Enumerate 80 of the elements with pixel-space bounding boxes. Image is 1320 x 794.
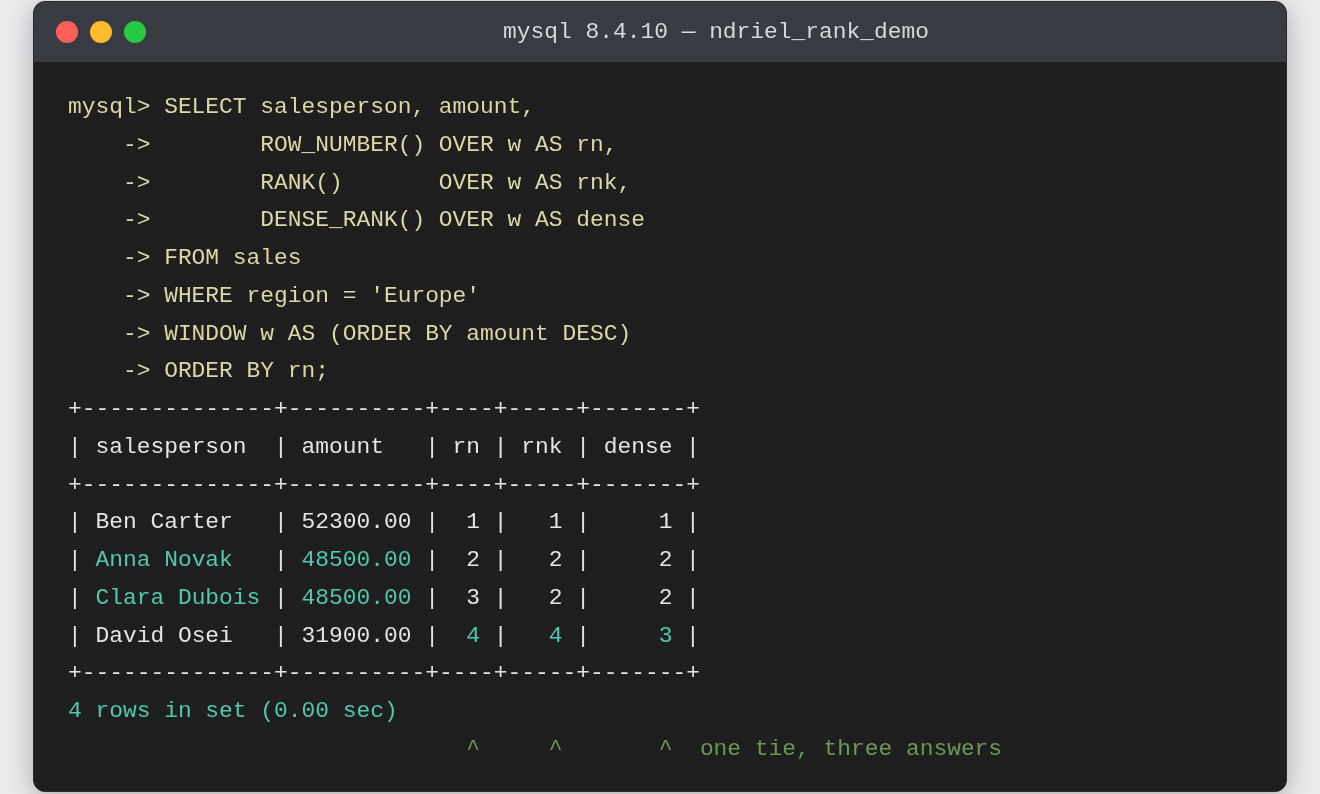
column-separator: |: [576, 546, 590, 575]
prompt: ->: [122, 281, 151, 311]
column-header: dense: [603, 432, 673, 462]
column-header: rnk: [521, 432, 563, 462]
column-separator: |: [68, 508, 82, 538]
prompt: mysql>: [68, 93, 151, 122]
annotation-note: ^ ^ ^ one tie, three answers: [466, 734, 1003, 764]
prompt: ->: [122, 244, 151, 273]
column-separator: |: [425, 621, 439, 651]
column-separator: |: [274, 621, 288, 651]
table-border-line: +--------------+----------+----+-----+-------+: [68, 470, 700, 500]
column-separator: |: [68, 432, 82, 462]
table-cell-text: Anna Novak: [95, 546, 233, 575]
column-header: rn: [452, 432, 481, 462]
column-header: amount: [301, 432, 384, 462]
table-border-line: +--------------+----------+----+-----+-------+: [68, 659, 700, 689]
column-separator: |: [576, 508, 590, 538]
prompt: ->: [122, 130, 151, 160]
table-cell-text: 3: [466, 583, 481, 613]
column-separator: |: [493, 546, 508, 575]
column-separator: |: [68, 583, 82, 613]
column-separator: |: [425, 432, 439, 462]
window-title: mysql 8.4.10 — ndriel_rank_demo: [503, 17, 929, 47]
column-separator: |: [576, 583, 590, 613]
close-button[interactable]: [56, 21, 78, 43]
table-cell-text: 4: [466, 621, 481, 651]
column-separator: |: [274, 432, 288, 462]
column-separator: |: [274, 546, 288, 575]
table-cell-text: 31900.00: [301, 621, 412, 651]
prompt: ->: [122, 168, 151, 198]
table-cell-text: 48500.00: [301, 546, 412, 575]
table-cell-text: 2: [466, 546, 481, 575]
sql-query-line: ROW_NUMBER() OVER w AS rn,: [260, 130, 618, 160]
sql-query-line: SELECT salesperson, amount,: [164, 93, 536, 122]
sql-query-line: FROM sales: [164, 244, 302, 273]
table-cell-text: 1: [658, 508, 673, 538]
prompt: ->: [122, 319, 151, 349]
column-separator: |: [493, 583, 508, 613]
column-separator: |: [686, 546, 700, 575]
table-cell-text: Clara Dubois: [95, 583, 261, 613]
column-separator: |: [576, 432, 590, 462]
column-separator: |: [686, 508, 700, 538]
sql-query-line: WINDOW w AS (ORDER BY amount DESC): [164, 319, 632, 349]
column-separator: |: [493, 432, 508, 462]
prompt: ->: [122, 357, 151, 387]
table-cell-text: 4: [548, 621, 563, 651]
column-separator: |: [425, 508, 439, 538]
table-cell-text: 2: [548, 583, 563, 613]
table-cell-text: David Osei: [95, 621, 233, 651]
table-cell-text: 1: [548, 508, 563, 538]
column-separator: |: [425, 583, 439, 613]
table-cell-text: Ben Carter: [95, 508, 233, 538]
table-cell-text: 52300.00: [301, 508, 412, 538]
column-separator: |: [425, 546, 439, 575]
table-cell-text: 1: [466, 508, 481, 538]
column-separator: |: [493, 508, 508, 538]
table-cell-text: 48500.00: [301, 583, 412, 613]
table-cell-text: 2: [658, 583, 673, 613]
minimize-button[interactable]: [90, 21, 112, 43]
sql-query-line: WHERE region = 'Europe': [164, 281, 481, 311]
sql-query-line: RANK() OVER w AS rnk,: [260, 168, 632, 198]
sql-query-line: ORDER BY rn;: [164, 357, 329, 387]
column-separator: |: [686, 621, 700, 651]
table-border-line: +--------------+----------+----+-----+-------+: [68, 395, 700, 424]
table-cell-text: 3: [658, 621, 673, 651]
column-separator: |: [493, 621, 508, 651]
column-separator: |: [274, 508, 288, 538]
column-separator: |: [68, 546, 82, 575]
table-cell-text: 2: [658, 546, 673, 575]
maximize-button[interactable]: [124, 21, 146, 43]
column-separator: |: [68, 621, 82, 651]
result-status: 4 rows in set (0.00 sec): [68, 697, 398, 726]
column-header: salesperson: [95, 432, 247, 462]
column-separator: |: [686, 432, 700, 462]
table-cell-text: 2: [548, 546, 563, 575]
sql-query-line: DENSE_RANK() OVER w AS dense: [260, 206, 645, 236]
column-separator: |: [686, 583, 700, 613]
column-separator: |: [274, 583, 288, 613]
prompt: ->: [122, 206, 151, 236]
column-separator: |: [576, 621, 590, 651]
